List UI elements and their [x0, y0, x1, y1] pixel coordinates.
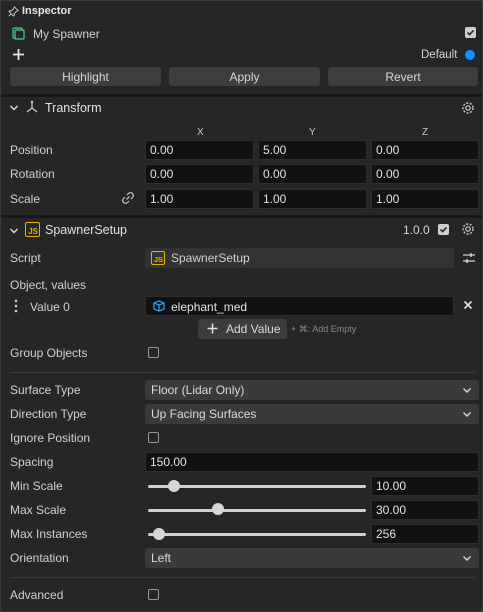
position-label: Position	[10, 143, 53, 157]
rotation-label: Rotation	[10, 167, 55, 181]
checkmark-icon	[439, 226, 448, 233]
object-values-label: Object, values	[10, 278, 87, 292]
transform-icon	[26, 100, 38, 113]
transform-title[interactable]: Transform	[45, 101, 102, 115]
scene-object-icon	[12, 27, 25, 40]
chevron-down-icon	[462, 411, 472, 418]
script-js-icon: JS	[25, 222, 40, 237]
add-empty-hint: + ⌘: Add Empty	[291, 324, 357, 334]
position-z-field[interactable]: 0.00	[371, 140, 479, 160]
gear-icon[interactable]	[461, 222, 475, 236]
component-enabled-checkbox[interactable]	[438, 224, 449, 235]
position-x-field[interactable]: 0.00	[145, 140, 254, 160]
mesh-object-icon	[153, 300, 165, 312]
orientation-value: Left	[151, 551, 172, 565]
chevron-down-icon[interactable]	[9, 226, 19, 236]
section-divider	[1, 215, 482, 218]
max-instances-slider-knob[interactable]	[152, 528, 165, 540]
rotation-x-field[interactable]: 0.00	[145, 164, 254, 184]
spacing-label: Spacing	[10, 455, 54, 469]
chevron-down-icon	[462, 555, 472, 562]
section-divider	[1, 94, 482, 97]
gear-icon[interactable]	[461, 101, 475, 115]
surface-type-select[interactable]: Floor (Lidar Only)	[145, 380, 479, 400]
component-title[interactable]: SpawnerSetup	[45, 223, 127, 237]
surface-type-value: Floor (Lidar Only)	[151, 383, 245, 397]
value0-field[interactable]: elephant_med	[145, 296, 454, 316]
axis-y-label: Y	[309, 127, 316, 138]
min-scale-label: Min Scale	[10, 479, 63, 493]
checkmark-icon	[466, 29, 475, 36]
direction-type-value: Up Facing Surfaces	[151, 407, 257, 421]
close-icon[interactable]	[463, 300, 473, 310]
divider-line	[10, 577, 476, 578]
group-objects-label: Group Objects	[10, 346, 88, 360]
max-instances-field[interactable]: 256	[371, 524, 479, 544]
script-js-icon: JS	[151, 251, 165, 265]
plus-icon	[207, 323, 218, 334]
advanced-label: Advanced	[10, 588, 64, 602]
pin-icon[interactable]	[8, 5, 19, 17]
orientation-label: Orientation	[10, 551, 69, 565]
object-enabled-checkbox[interactable]	[465, 27, 476, 38]
highlight-button[interactable]: Highlight	[10, 67, 161, 86]
direction-type-label: Direction Type	[10, 407, 87, 421]
surface-type-label: Surface Type	[10, 383, 81, 397]
value0-label: Value 0	[30, 300, 70, 314]
chevron-down-icon	[462, 387, 472, 394]
scale-label: Scale	[10, 192, 41, 206]
add-component-icon[interactable]	[12, 48, 25, 61]
group-objects-checkbox[interactable]	[148, 347, 159, 358]
axis-x-label: X	[197, 127, 204, 138]
layer-label[interactable]: Default	[421, 49, 457, 61]
axis-z-label: Z	[422, 127, 429, 138]
link-icon[interactable]	[121, 191, 135, 205]
max-scale-label: Max Scale	[10, 503, 67, 517]
scale-z-field[interactable]: 1.00	[371, 189, 479, 209]
scale-y-field[interactable]: 1.00	[258, 189, 367, 209]
max-instances-slider-track[interactable]	[148, 533, 366, 536]
min-scale-field[interactable]: 10.00	[371, 476, 479, 496]
max-scale-field[interactable]: 30.00	[371, 500, 479, 520]
apply-button[interactable]: Apply	[169, 67, 320, 86]
drag-handle-icon[interactable]	[13, 299, 19, 313]
spacing-field[interactable]: 150.00	[145, 452, 479, 472]
script-label: Script	[10, 251, 41, 265]
min-scale-slider-track[interactable]	[148, 485, 366, 488]
direction-type-select[interactable]: Up Facing Surfaces	[145, 404, 479, 424]
position-y-field[interactable]: 5.00	[258, 140, 367, 160]
script-value: SpawnerSetup	[171, 251, 250, 265]
settings-sliders-icon[interactable]	[462, 251, 476, 265]
add-value-label: Add Value	[226, 322, 281, 336]
max-instances-label: Max Instances	[10, 527, 88, 541]
value0-value: elephant_med	[171, 300, 248, 314]
rotation-y-field[interactable]: 0.00	[258, 164, 367, 184]
max-scale-slider-track[interactable]	[148, 509, 366, 512]
script-field[interactable]: JS SpawnerSetup	[145, 248, 454, 268]
layer-color-dot[interactable]	[464, 49, 476, 61]
divider-line	[10, 372, 476, 373]
ignore-position-label: Ignore Position	[10, 431, 91, 445]
add-value-button[interactable]: Add Value	[198, 319, 287, 339]
component-version: 1.0.0	[403, 223, 430, 237]
max-scale-slider-knob[interactable]	[211, 503, 224, 515]
ignore-position-checkbox[interactable]	[148, 432, 159, 443]
inspector-header: Inspector	[8, 5, 72, 17]
scale-x-field[interactable]: 1.00	[145, 189, 254, 209]
orientation-select[interactable]: Left	[145, 548, 479, 568]
inspector-title: Inspector	[22, 5, 72, 17]
advanced-checkbox[interactable]	[148, 589, 159, 600]
rotation-z-field[interactable]: 0.00	[371, 164, 479, 184]
object-name[interactable]: My Spawner	[33, 27, 100, 41]
revert-button[interactable]: Revert	[328, 67, 478, 86]
chevron-down-icon[interactable]	[9, 103, 19, 113]
